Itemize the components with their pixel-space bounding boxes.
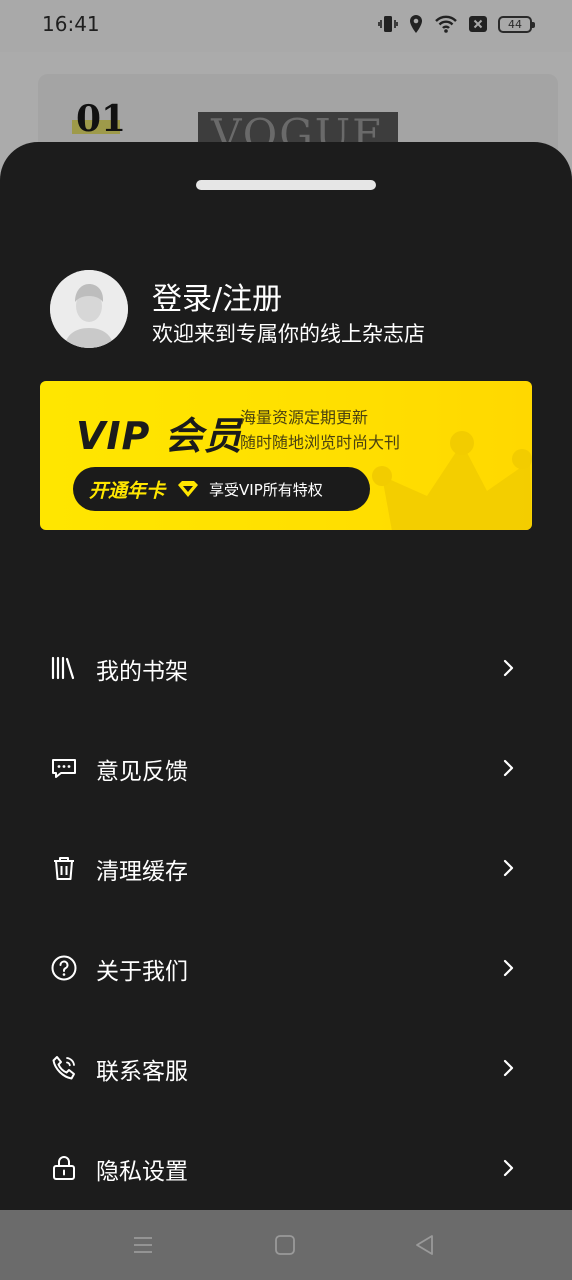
vip-banner[interactable]: VIP 会员 海量资源定期更新 随时随地浏览时尚大刊 开通年卡 享受VIP所有特… <box>40 381 532 530</box>
menu-item-clear-cache[interactable]: 清理缓存 <box>0 838 572 898</box>
menu-item-label: 关于我们 <box>96 959 188 985</box>
chevron-right-icon <box>503 1059 514 1077</box>
vibrate-icon <box>378 16 398 32</box>
status-time: 16:41 <box>42 12 100 36</box>
menu-item-bookshelf[interactable]: 我的书架 <box>0 638 572 698</box>
menu-item-label: 清理缓存 <box>96 859 188 885</box>
sheet-drag-handle[interactable] <box>196 180 376 190</box>
chevron-right-icon <box>503 859 514 877</box>
phone-icon <box>52 1056 75 1080</box>
default-avatar-icon <box>50 270 128 348</box>
vip-logo: VIP 会员 <box>76 414 243 458</box>
bookshelf-icon <box>51 656 75 680</box>
menu-item-privacy-settings[interactable]: 隐私设置 <box>0 1138 572 1198</box>
chevron-right-icon <box>503 1159 514 1177</box>
login-register-link[interactable]: 登录/注册 <box>152 274 282 318</box>
lock-icon <box>53 1156 75 1180</box>
menu-icon[interactable] <box>130 1232 156 1258</box>
chevron-right-icon <box>503 659 514 677</box>
vip-privilege-text: 享受VIP所有特权 <box>209 480 323 499</box>
vip-desc-line-2: 随时随地浏览时尚大刊 <box>240 433 401 452</box>
menu-item-about-us[interactable]: 关于我们 <box>0 938 572 998</box>
system-nav-bar <box>0 1210 572 1280</box>
status-icons: 44 <box>378 14 535 34</box>
menu-item-label: 联系客服 <box>96 1059 188 1085</box>
chevron-right-icon <box>503 959 514 977</box>
chevron-right-icon <box>503 759 514 777</box>
menu-item-label: 隐私设置 <box>96 1159 188 1185</box>
open-annual-card-button[interactable]: 开通年卡 享受VIP所有特权 <box>73 467 370 511</box>
menu-item-label: 我的书架 <box>96 659 188 685</box>
trash-icon <box>54 857 74 880</box>
status-bar: 16:41 44 <box>0 0 572 52</box>
wifi-icon <box>435 15 457 33</box>
menu-item-contact-service[interactable]: 联系客服 <box>0 1038 572 1098</box>
back-icon[interactable] <box>412 1232 438 1258</box>
open-annual-card-label: 开通年卡 <box>89 479 166 502</box>
avatar[interactable] <box>50 270 128 348</box>
battery-indicator: 44 <box>498 15 535 33</box>
menu-item-feedback[interactable]: 意见反馈 <box>0 738 572 798</box>
vip-description: 海量资源定期更新 随时随地浏览时尚大刊 <box>240 405 400 455</box>
welcome-text: 欢迎来到专属你的线上杂志店 <box>152 322 425 346</box>
issue-number: 01 <box>76 98 127 140</box>
diamond-icon <box>178 481 199 497</box>
menu-item-label: 意见反馈 <box>96 759 188 785</box>
help-icon <box>51 955 77 981</box>
feedback-icon <box>52 759 76 778</box>
location-icon <box>410 15 422 33</box>
vip-desc-line-1: 海量资源定期更新 <box>240 408 369 427</box>
home-icon[interactable] <box>272 1232 298 1258</box>
profile-sheet: 登录/注册 欢迎来到专属你的线上杂志店 VIP 会员 海量资源定期更新 随时随地… <box>0 142 572 1210</box>
sim-disabled-icon <box>469 16 487 32</box>
